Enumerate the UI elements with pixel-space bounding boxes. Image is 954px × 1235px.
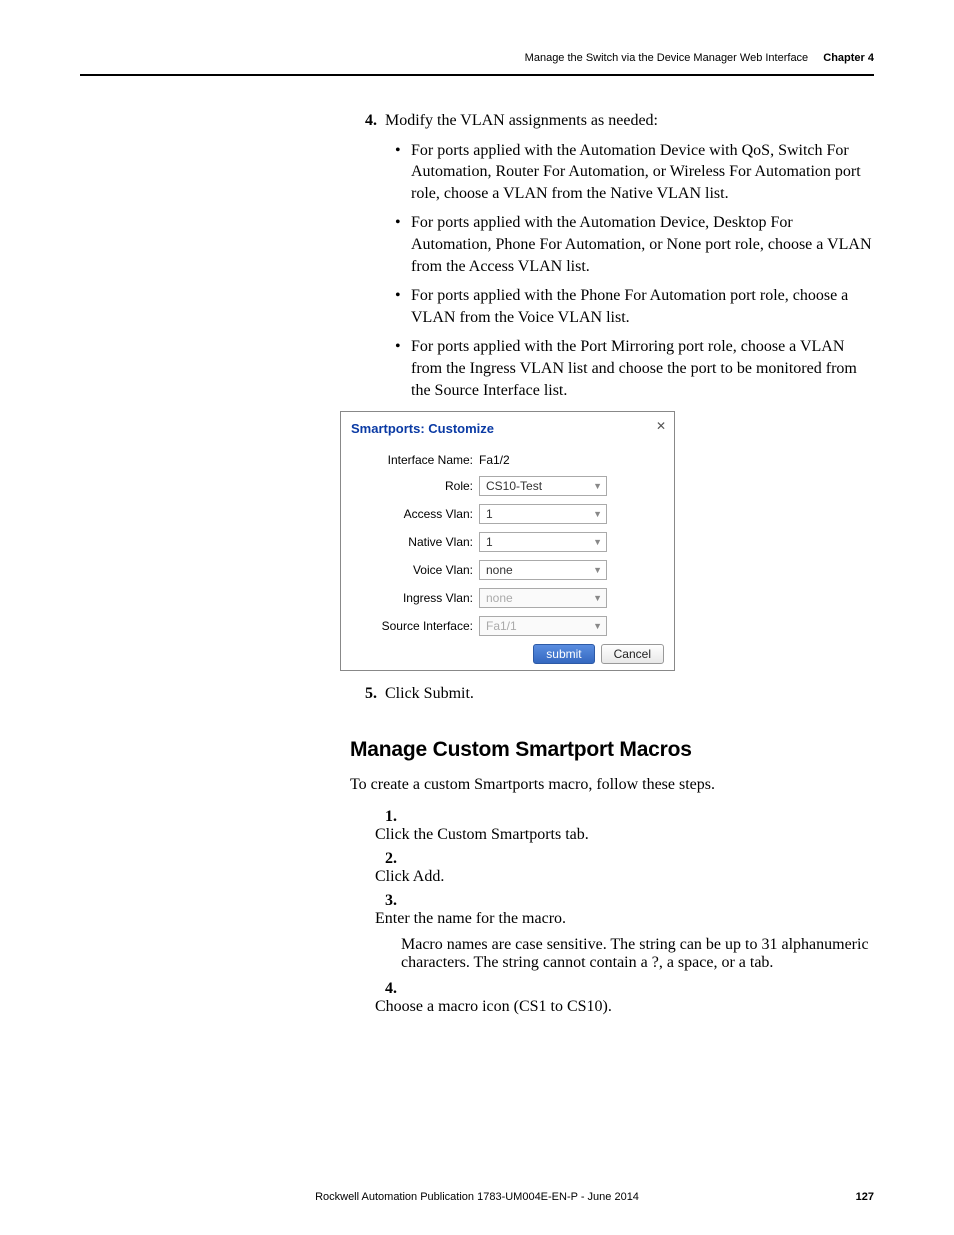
- submit-button[interactable]: submit: [533, 644, 594, 664]
- s2-step-2: 2. Click Add.: [375, 850, 874, 886]
- step-4-marker: 4.: [355, 110, 377, 132]
- s2-step-3: 3. Enter the name for the macro. Macro n…: [375, 892, 874, 972]
- s2-step-4: 4. Choose a macro icon (CS1 to CS10).: [375, 980, 874, 1016]
- label-access-vlan: Access Vlan:: [351, 506, 479, 522]
- label-source-interface: Source Interface:: [351, 618, 479, 634]
- step-5: 5. Click Submit.: [355, 683, 874, 705]
- main-content: 4. Modify the VLAN assignments as needed…: [355, 110, 874, 704]
- row-ingress-vlan: Ingress Vlan: none ▼: [351, 588, 664, 608]
- page-header: Manage the Switch via the Device Manager…: [525, 52, 874, 64]
- chevron-down-icon: ▼: [593, 620, 602, 632]
- s2-step-2-marker: 2.: [375, 850, 397, 868]
- step-5-marker: 5.: [355, 683, 377, 705]
- row-role: Role: CS10-Test ▼: [351, 476, 664, 496]
- step-list-1: 4. Modify the VLAN assignments as needed…: [355, 110, 874, 704]
- select-native-vlan-value: 1: [486, 534, 493, 550]
- section-intro: To create a custom Smartports macro, fol…: [350, 776, 874, 794]
- select-native-vlan[interactable]: 1 ▼: [479, 532, 607, 552]
- select-voice-vlan[interactable]: none ▼: [479, 560, 607, 580]
- step-4-text: Modify the VLAN assignments as needed:: [385, 110, 863, 132]
- cancel-button[interactable]: Cancel: [601, 644, 664, 664]
- row-voice-vlan: Voice Vlan: none ▼: [351, 560, 664, 580]
- s2-step-1: 1. Click the Custom Smartports tab.: [375, 808, 874, 844]
- s2-step-3-text: Enter the name for the macro.: [375, 910, 853, 928]
- label-voice-vlan: Voice Vlan:: [351, 562, 479, 578]
- chevron-down-icon: ▼: [593, 564, 602, 576]
- smartports-dialog-wrap: ✕ Smartports: Customize Interface Name: …: [340, 411, 874, 671]
- label-interface-name: Interface Name:: [351, 452, 479, 468]
- row-interface-name: Interface Name: Fa1/2: [351, 452, 664, 468]
- section-2: Manage Custom Smartport Macros To create…: [350, 738, 874, 1016]
- select-role[interactable]: CS10-Test ▼: [479, 476, 607, 496]
- header-rule: [80, 74, 874, 76]
- s2-step-4-text: Choose a macro icon (CS1 to CS10).: [375, 998, 853, 1016]
- select-voice-vlan-value: none: [486, 562, 513, 578]
- s2-step-2-text: Click Add.: [375, 868, 853, 886]
- s2-step-1-marker: 1.: [375, 808, 397, 826]
- dialog-title: Smartports: Customize: [351, 420, 664, 438]
- section-heading: Manage Custom Smartport Macros: [350, 738, 874, 762]
- s2-step-1-text: Click the Custom Smartports tab.: [375, 826, 853, 844]
- row-native-vlan: Native Vlan: 1 ▼: [351, 532, 664, 552]
- step-4-bullets: For ports applied with the Automation De…: [395, 140, 874, 402]
- select-ingress-vlan: none ▼: [479, 588, 607, 608]
- s2-step-3-note: Macro names are case sensitive. The stri…: [401, 936, 879, 972]
- row-source-interface: Source Interface: Fa1/1 ▼: [351, 616, 664, 636]
- s2-step-3-marker: 3.: [375, 892, 397, 910]
- bullet-3: For ports applied with the Phone For Aut…: [395, 285, 874, 328]
- select-source-interface: Fa1/1 ▼: [479, 616, 607, 636]
- header-section: Manage the Switch via the Device Manager…: [525, 52, 809, 64]
- select-role-value: CS10-Test: [486, 478, 542, 494]
- s2-step-4-marker: 4.: [375, 980, 397, 998]
- smartports-dialog: ✕ Smartports: Customize Interface Name: …: [340, 411, 675, 671]
- bullet-4: For ports applied with the Port Mirrorin…: [395, 336, 874, 401]
- footer-publication: Rockwell Automation Publication 1783-UM0…: [315, 1191, 639, 1203]
- footer-page-number: 127: [856, 1191, 874, 1203]
- select-source-interface-value: Fa1/1: [486, 618, 517, 634]
- step-5-text: Click Submit.: [385, 683, 863, 705]
- select-ingress-vlan-value: none: [486, 590, 513, 606]
- bullet-2: For ports applied with the Automation De…: [395, 212, 874, 277]
- value-interface-name: Fa1/2: [479, 452, 510, 468]
- select-access-vlan[interactable]: 1 ▼: [479, 504, 607, 524]
- close-icon[interactable]: ✕: [656, 418, 666, 434]
- chevron-down-icon: ▼: [593, 480, 602, 492]
- step-list-2: 1. Click the Custom Smartports tab. 2. C…: [375, 808, 874, 1016]
- step-4: 4. Modify the VLAN assignments as needed…: [355, 110, 874, 671]
- label-role: Role:: [351, 478, 479, 494]
- chevron-down-icon: ▼: [593, 536, 602, 548]
- chevron-down-icon: ▼: [593, 592, 602, 604]
- page-footer: Rockwell Automation Publication 1783-UM0…: [80, 1191, 874, 1203]
- select-access-vlan-value: 1: [486, 506, 493, 522]
- label-native-vlan: Native Vlan:: [351, 534, 479, 550]
- dialog-buttons: submit Cancel: [351, 644, 664, 664]
- bullet-1: For ports applied with the Automation De…: [395, 140, 874, 205]
- header-chapter: Chapter 4: [823, 52, 874, 64]
- chevron-down-icon: ▼: [593, 508, 602, 520]
- row-access-vlan: Access Vlan: 1 ▼: [351, 504, 664, 524]
- label-ingress-vlan: Ingress Vlan:: [351, 590, 479, 606]
